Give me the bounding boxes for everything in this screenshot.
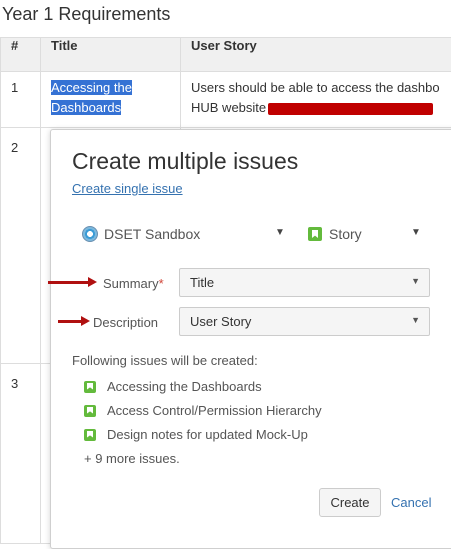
summary-label: Summary* [103, 276, 164, 291]
redaction-mark [268, 103, 433, 115]
project-picker[interactable]: DSET Sandbox [82, 226, 200, 242]
chevron-down-icon: ▼ [411, 276, 420, 286]
project-name: DSET Sandbox [104, 226, 200, 242]
issue-name: Access Control/Permission Hierarchy [107, 403, 322, 418]
chevron-down-icon: ▼ [411, 315, 420, 325]
table-header-row: # Title User Story [1, 38, 451, 72]
summary-label-text: Summary [103, 276, 159, 291]
page-title: Year 1 Requirements [2, 4, 170, 25]
summary-select[interactable]: Title ▼ [179, 268, 430, 297]
column-header-title: Title [41, 38, 181, 72]
selected-title-text[interactable]: Accessing the Dashboards [51, 80, 132, 115]
story-type-icon [308, 227, 322, 241]
column-header-user-story: User Story [181, 38, 451, 72]
story-text-line2: HUB website [191, 100, 266, 115]
row-title-cell[interactable]: Accessing the Dashboards [41, 72, 181, 128]
row-number: 2 [1, 128, 41, 364]
project-dropdown-caret-icon[interactable]: ▼ [275, 227, 285, 238]
more-issues-text: + 9 more issues. [84, 451, 180, 466]
project-icon [82, 226, 98, 242]
description-select-value: User Story [190, 314, 251, 329]
cancel-link[interactable]: Cancel [391, 495, 431, 510]
list-item: Design notes for updated Mock-Up [84, 427, 308, 442]
description-select[interactable]: User Story ▼ [179, 307, 430, 336]
description-annotation-arrow [58, 320, 83, 323]
story-icon [84, 429, 96, 441]
table-row: 1 Accessing the Dashboards Users should … [1, 72, 451, 128]
row-number: 1 [1, 72, 41, 128]
dialog-title: Create multiple issues [72, 148, 298, 175]
list-item: Accessing the Dashboards [84, 379, 262, 394]
summary-annotation-arrow [48, 281, 90, 284]
story-icon [84, 405, 96, 417]
description-label: Description [93, 315, 158, 330]
issue-name: Accessing the Dashboards [107, 379, 262, 394]
story-text-line1: Users should be able to access the dashb… [191, 80, 440, 95]
row-number: 3 [1, 364, 41, 544]
following-issues-text: Following issues will be created: [72, 353, 258, 368]
summary-select-value: Title [190, 275, 214, 290]
create-button[interactable]: Create [319, 488, 381, 517]
create-multiple-issues-dialog: Create multiple issues Create single iss… [50, 129, 451, 549]
required-asterisk: * [159, 276, 164, 291]
row-story-cell[interactable]: Users should be able to access the dashb… [181, 72, 451, 128]
issue-type-picker[interactable]: Story [308, 226, 362, 242]
create-single-issue-link[interactable]: Create single issue [72, 181, 183, 196]
list-item: Access Control/Permission Hierarchy [84, 403, 322, 418]
issue-type-name: Story [329, 226, 362, 242]
issue-type-dropdown-caret-icon[interactable]: ▼ [411, 227, 421, 238]
issue-name: Design notes for updated Mock-Up [107, 427, 308, 442]
column-header-number: # [1, 38, 41, 72]
story-icon [84, 381, 96, 393]
